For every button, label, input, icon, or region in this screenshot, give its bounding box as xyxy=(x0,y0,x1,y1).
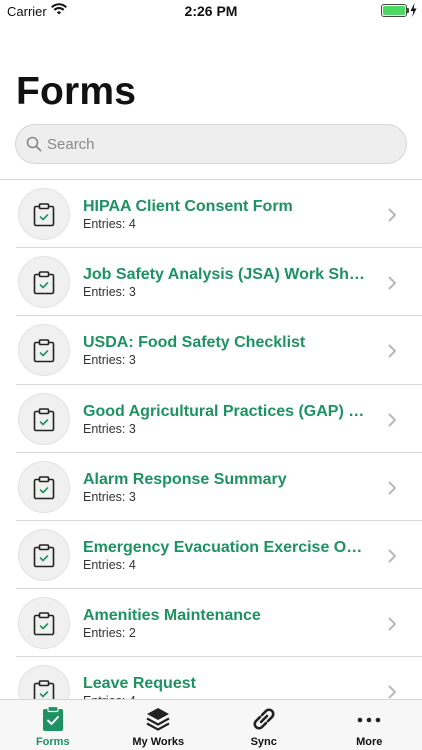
page-title: Forms xyxy=(16,70,137,113)
form-list-item[interactable]: Amenities Maintenance Entries: 2 xyxy=(0,589,422,658)
form-icon-badge xyxy=(18,528,70,581)
chevron-right-icon xyxy=(388,549,396,563)
clipboard-check-icon xyxy=(33,475,55,500)
chevron-right-icon xyxy=(388,685,396,699)
form-list-item[interactable]: USDA: Food Safety Checklist Entries: 3 xyxy=(0,316,422,385)
form-list-item[interactable]: Good Agricultural Practices (GAP) Checkl… xyxy=(0,385,422,453)
tab-forms[interactable]: Forms xyxy=(0,700,106,750)
chevron-right-icon xyxy=(388,617,396,631)
chevron-right-icon xyxy=(388,481,396,495)
tab-label-sync: Sync xyxy=(250,736,277,748)
status-time: 2:26 PM xyxy=(184,3,238,19)
clipboard-check-icon xyxy=(42,706,63,731)
clipboard-check-icon xyxy=(33,680,55,699)
form-title: Leave Request xyxy=(83,675,196,693)
form-list-item[interactable]: Leave RequestEntries: 4 xyxy=(0,657,422,699)
tab-more[interactable]: More xyxy=(317,700,422,750)
tab-label-my-works: My Works xyxy=(132,736,185,748)
clipboard-check-icon xyxy=(33,339,55,363)
chevron-right-icon xyxy=(388,413,396,427)
form-title: USDA: Food Safety Checklist xyxy=(83,334,306,352)
layers-icon xyxy=(146,708,170,731)
battery-cap xyxy=(407,8,409,13)
form-list-item[interactable]: Alarm Response Summary Entries: 3 xyxy=(0,453,422,521)
tab-label-more: More xyxy=(356,736,383,748)
form-entries: Entries: 4 xyxy=(83,557,136,572)
tab-label-forms: Forms xyxy=(35,736,70,748)
chevron-right-icon xyxy=(388,276,396,290)
charging-bolt-icon xyxy=(410,3,417,17)
chevron-right-icon xyxy=(388,344,396,358)
form-title: HIPAA Client Consent Form xyxy=(83,198,293,215)
search-bar[interactable] xyxy=(15,124,407,164)
form-entries: Entries: 3 xyxy=(83,353,136,368)
form-icon-badge xyxy=(18,392,70,445)
form-entries: Entries: 2 xyxy=(83,626,136,641)
form-title: Emergency Evacuation Exercise Observatio… xyxy=(83,538,368,556)
form-icon-badge xyxy=(18,256,70,309)
battery-icon xyxy=(381,4,407,17)
sync-link-icon xyxy=(253,708,275,730)
form-entries: Entries: 3 xyxy=(83,285,136,300)
tab-my-works[interactable]: My Works xyxy=(106,700,212,750)
form-title: Good Agricultural Practices (GAP) Checkl… xyxy=(83,402,368,420)
form-title: Alarm Response Summary xyxy=(83,470,287,488)
clipboard-check-icon xyxy=(33,407,55,431)
tab-bar: Forms My Works Sync More xyxy=(0,699,422,750)
form-entries: Entries: 3 xyxy=(83,421,136,436)
clipboard-check-icon xyxy=(33,544,55,568)
form-entries: Entries: 4 xyxy=(83,217,136,231)
form-entries: Entries: 3 xyxy=(83,489,136,504)
form-icon-badge xyxy=(18,188,70,240)
form-list-item[interactable]: Job Safety Analysis (JSA) Work Sheet Entr… xyxy=(0,248,422,317)
tab-sync[interactable]: Sync xyxy=(211,700,317,750)
form-icon-badge xyxy=(18,324,70,377)
form-icon-badge xyxy=(18,460,70,513)
forms-list[interactable]: HIPAA Client Consent Form Entries: 4 Job S… xyxy=(0,180,422,699)
more-dots-icon xyxy=(357,717,381,723)
clipboard-check-icon xyxy=(33,203,55,227)
form-list-item[interactable]: HIPAA Client Consent Form Entries: 4 xyxy=(0,180,422,249)
form-icon-badge xyxy=(18,597,70,650)
form-icon-badge xyxy=(18,665,70,699)
form-title: Job Safety Analysis (JSA) Work Sheet xyxy=(83,266,368,284)
chevron-right-icon xyxy=(388,208,396,222)
search-input[interactable] xyxy=(47,125,397,163)
form-list-item[interactable]: Emergency Evacuation Exercise Observatio… xyxy=(0,521,422,590)
status-bar: Carrier 2:26 PM xyxy=(0,0,422,22)
clipboard-check-icon xyxy=(33,271,55,295)
search-icon xyxy=(26,136,42,152)
form-title: Amenities Maintenance xyxy=(83,607,261,625)
clipboard-check-icon xyxy=(33,612,55,636)
